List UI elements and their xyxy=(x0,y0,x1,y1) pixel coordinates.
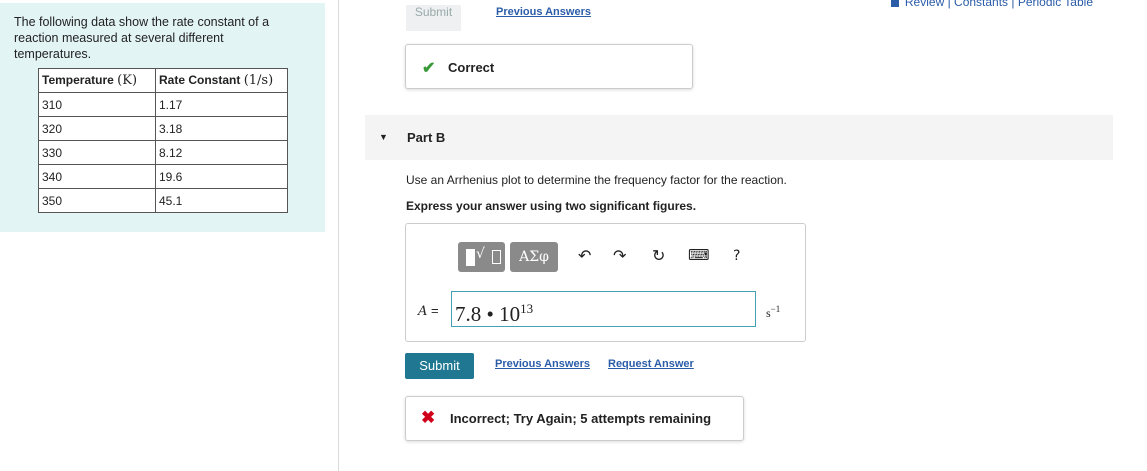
table-row: 320 3.18 xyxy=(38,116,288,141)
data-table: Temperature (K) Rate Constant (1/s) 310 1… xyxy=(38,68,288,213)
review-icon xyxy=(890,0,899,7)
table-header-temperature: Temperature (K) xyxy=(38,68,156,93)
redo-icon[interactable]: ↷ xyxy=(613,246,626,265)
part-b-feedback: ✖ Incorrect; Try Again; 5 attempts remai… xyxy=(405,396,744,441)
part-a-submit-button[interactable]: Submit xyxy=(406,5,461,31)
feedback-label: Correct xyxy=(448,60,495,75)
instruction-text: Express your answer using two significan… xyxy=(406,199,697,213)
panel-divider xyxy=(338,0,339,471)
part-title: Part B xyxy=(407,130,446,145)
submit-button[interactable]: Submit xyxy=(405,353,474,379)
answer-variable-label: A = xyxy=(418,303,439,319)
reset-icon[interactable]: ↻ xyxy=(652,246,665,265)
check-icon: ✔ xyxy=(422,60,436,77)
keyboard-icon[interactable]: ⌨ xyxy=(688,246,710,264)
answer-input[interactable]: 7.8 • 1013 xyxy=(451,291,756,327)
part-a-previous-answers-link[interactable]: Previous Answers xyxy=(496,6,591,19)
request-answer-link[interactable]: Request Answer xyxy=(608,358,694,370)
math-templates-button[interactable]: √ xyxy=(458,242,505,272)
radical-icon: √ xyxy=(476,246,485,262)
part-b-header[interactable]: ▼ Part B xyxy=(365,115,1113,160)
table-header-rate-constant: Rate Constant (1/s) xyxy=(155,68,288,93)
problem-intro: The following data show the rate constan… xyxy=(14,15,270,61)
undo-icon[interactable]: ↶ xyxy=(578,246,591,265)
answer-unit: s−1 xyxy=(766,304,781,320)
question-text: Use an Arrhenius plot to determine the f… xyxy=(406,173,787,187)
template-box-icon xyxy=(466,249,475,266)
feedback-label: Incorrect; Try Again; 5 attempts remaini… xyxy=(450,411,712,426)
template-box-icon xyxy=(492,250,501,264)
table-row: 340 19.6 xyxy=(38,164,288,189)
greek-symbols-button[interactable]: ΑΣφ xyxy=(510,242,558,272)
table-row: 310 1.17 xyxy=(38,92,288,117)
part-a-feedback: ✔ Correct xyxy=(405,44,693,89)
close-x-icon: ✖ xyxy=(421,408,436,427)
table-row: 350 45.1 xyxy=(38,188,288,213)
problem-panel: The following data show the rate constan… xyxy=(0,3,325,232)
answer-editor: √ ΑΣφ ↶ ↷ ↻ ⌨ ? A = 7.8 • 1013 s−1 xyxy=(405,223,806,342)
previous-answers-link[interactable]: Previous Answers xyxy=(495,358,590,370)
header-links[interactable]: Review | Constants | Periodic Table xyxy=(890,0,1093,9)
collapse-triangle-icon[interactable]: ▼ xyxy=(379,132,388,142)
help-button[interactable]: ? xyxy=(733,248,740,264)
table-row: 330 8.12 xyxy=(38,140,288,165)
